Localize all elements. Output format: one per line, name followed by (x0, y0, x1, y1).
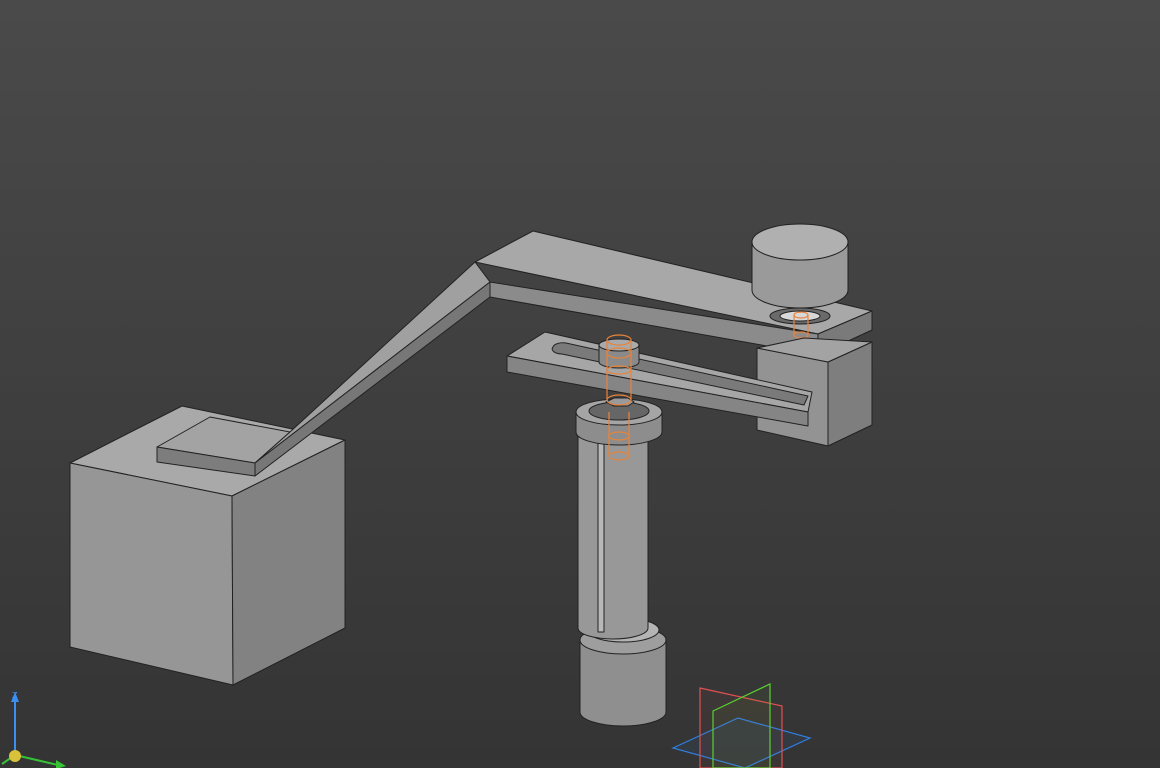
triad-origin[interactable] (9, 750, 21, 762)
origin-planes-icon[interactable] (671, 683, 812, 768)
view-triad-icon[interactable]: Z (1, 691, 66, 768)
box-front-face (69, 462, 234, 686)
arm-diagonal-side (254, 281, 491, 477)
triad-z-label: Z (12, 691, 18, 700)
3d-viewport[interactable]: Z (0, 0, 1160, 768)
cap-top (751, 223, 849, 261)
triad-x-axis (14, 754, 59, 766)
triad-x-arrow (56, 760, 66, 768)
slotted-bracket-part[interactable] (506, 331, 873, 447)
model-scene[interactable]: Z (0, 0, 1160, 768)
post-tube (577, 424, 649, 640)
arm-diagonal-top (254, 261, 491, 464)
post-tube-slot (597, 439, 605, 633)
